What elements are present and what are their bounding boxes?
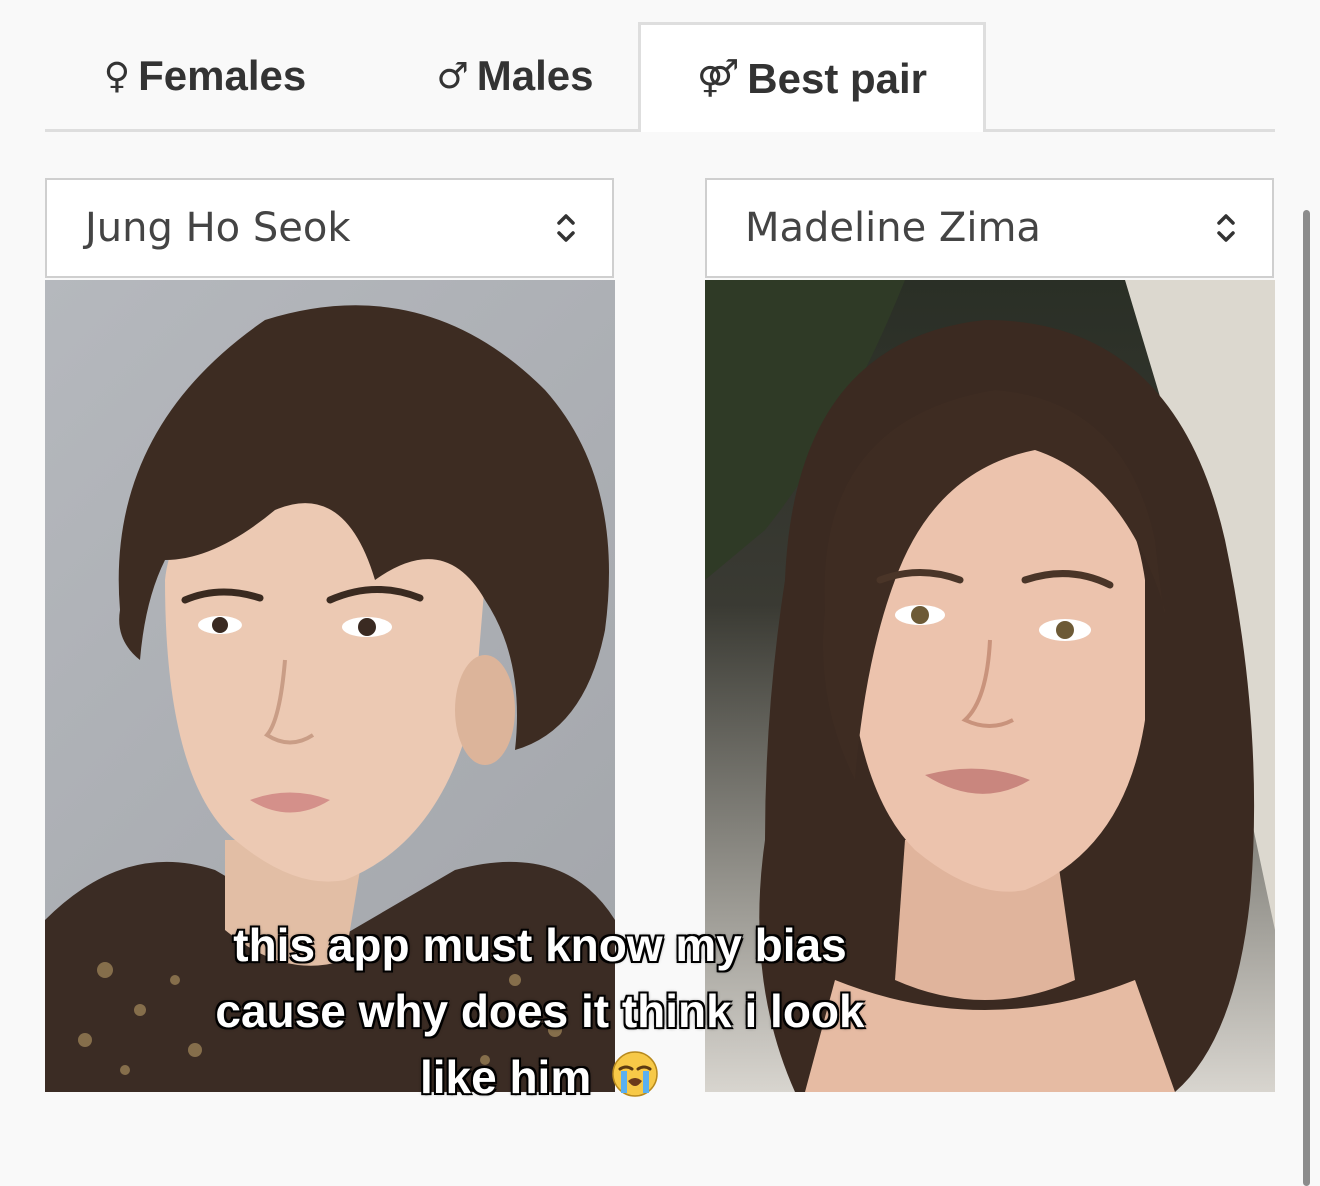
tab-females-label: Females [138, 52, 307, 99]
vertical-scrollbar[interactable] [1303, 210, 1310, 1186]
caption-line-3-text: like him [419, 1051, 592, 1103]
male-celebrity-select[interactable]: Jung Ho Seok [45, 178, 614, 278]
tab-best-pair-label: Best pair [747, 54, 928, 102]
caption-line-3: like him [120, 1044, 960, 1110]
female-celebrity-select[interactable]: Madeline Zima [705, 178, 1274, 278]
caption-line-2: cause why does it think i look [215, 985, 865, 1037]
video-caption-overlay: this app must know my bias cause why doe… [120, 912, 960, 1110]
male-symbol-icon: ♂ [436, 55, 469, 97]
female-celebrity-select-value: Madeline Zima [745, 205, 1041, 251]
tab-best-pair[interactable]: ⚤ Best pair [638, 22, 986, 132]
caption-line-1: this app must know my bias [233, 919, 847, 971]
female-symbol-icon: ♀ [103, 55, 131, 97]
male-celebrity-select-value: Jung Ho Seok [85, 205, 351, 251]
pair-symbol-icon: ⚤ [696, 58, 740, 99]
chevron-up-down-icon [557, 214, 575, 242]
tab-males-label: Males [476, 52, 594, 99]
tab-males[interactable]: ♂ Males [395, 22, 635, 130]
gender-tabs: ♀ Females ♂ Males ⚤ Best pair [45, 22, 1275, 132]
tab-females[interactable]: ♀ Females [75, 22, 335, 130]
chevron-up-down-icon [1217, 214, 1235, 242]
loudly-crying-face-icon [612, 1051, 658, 1097]
